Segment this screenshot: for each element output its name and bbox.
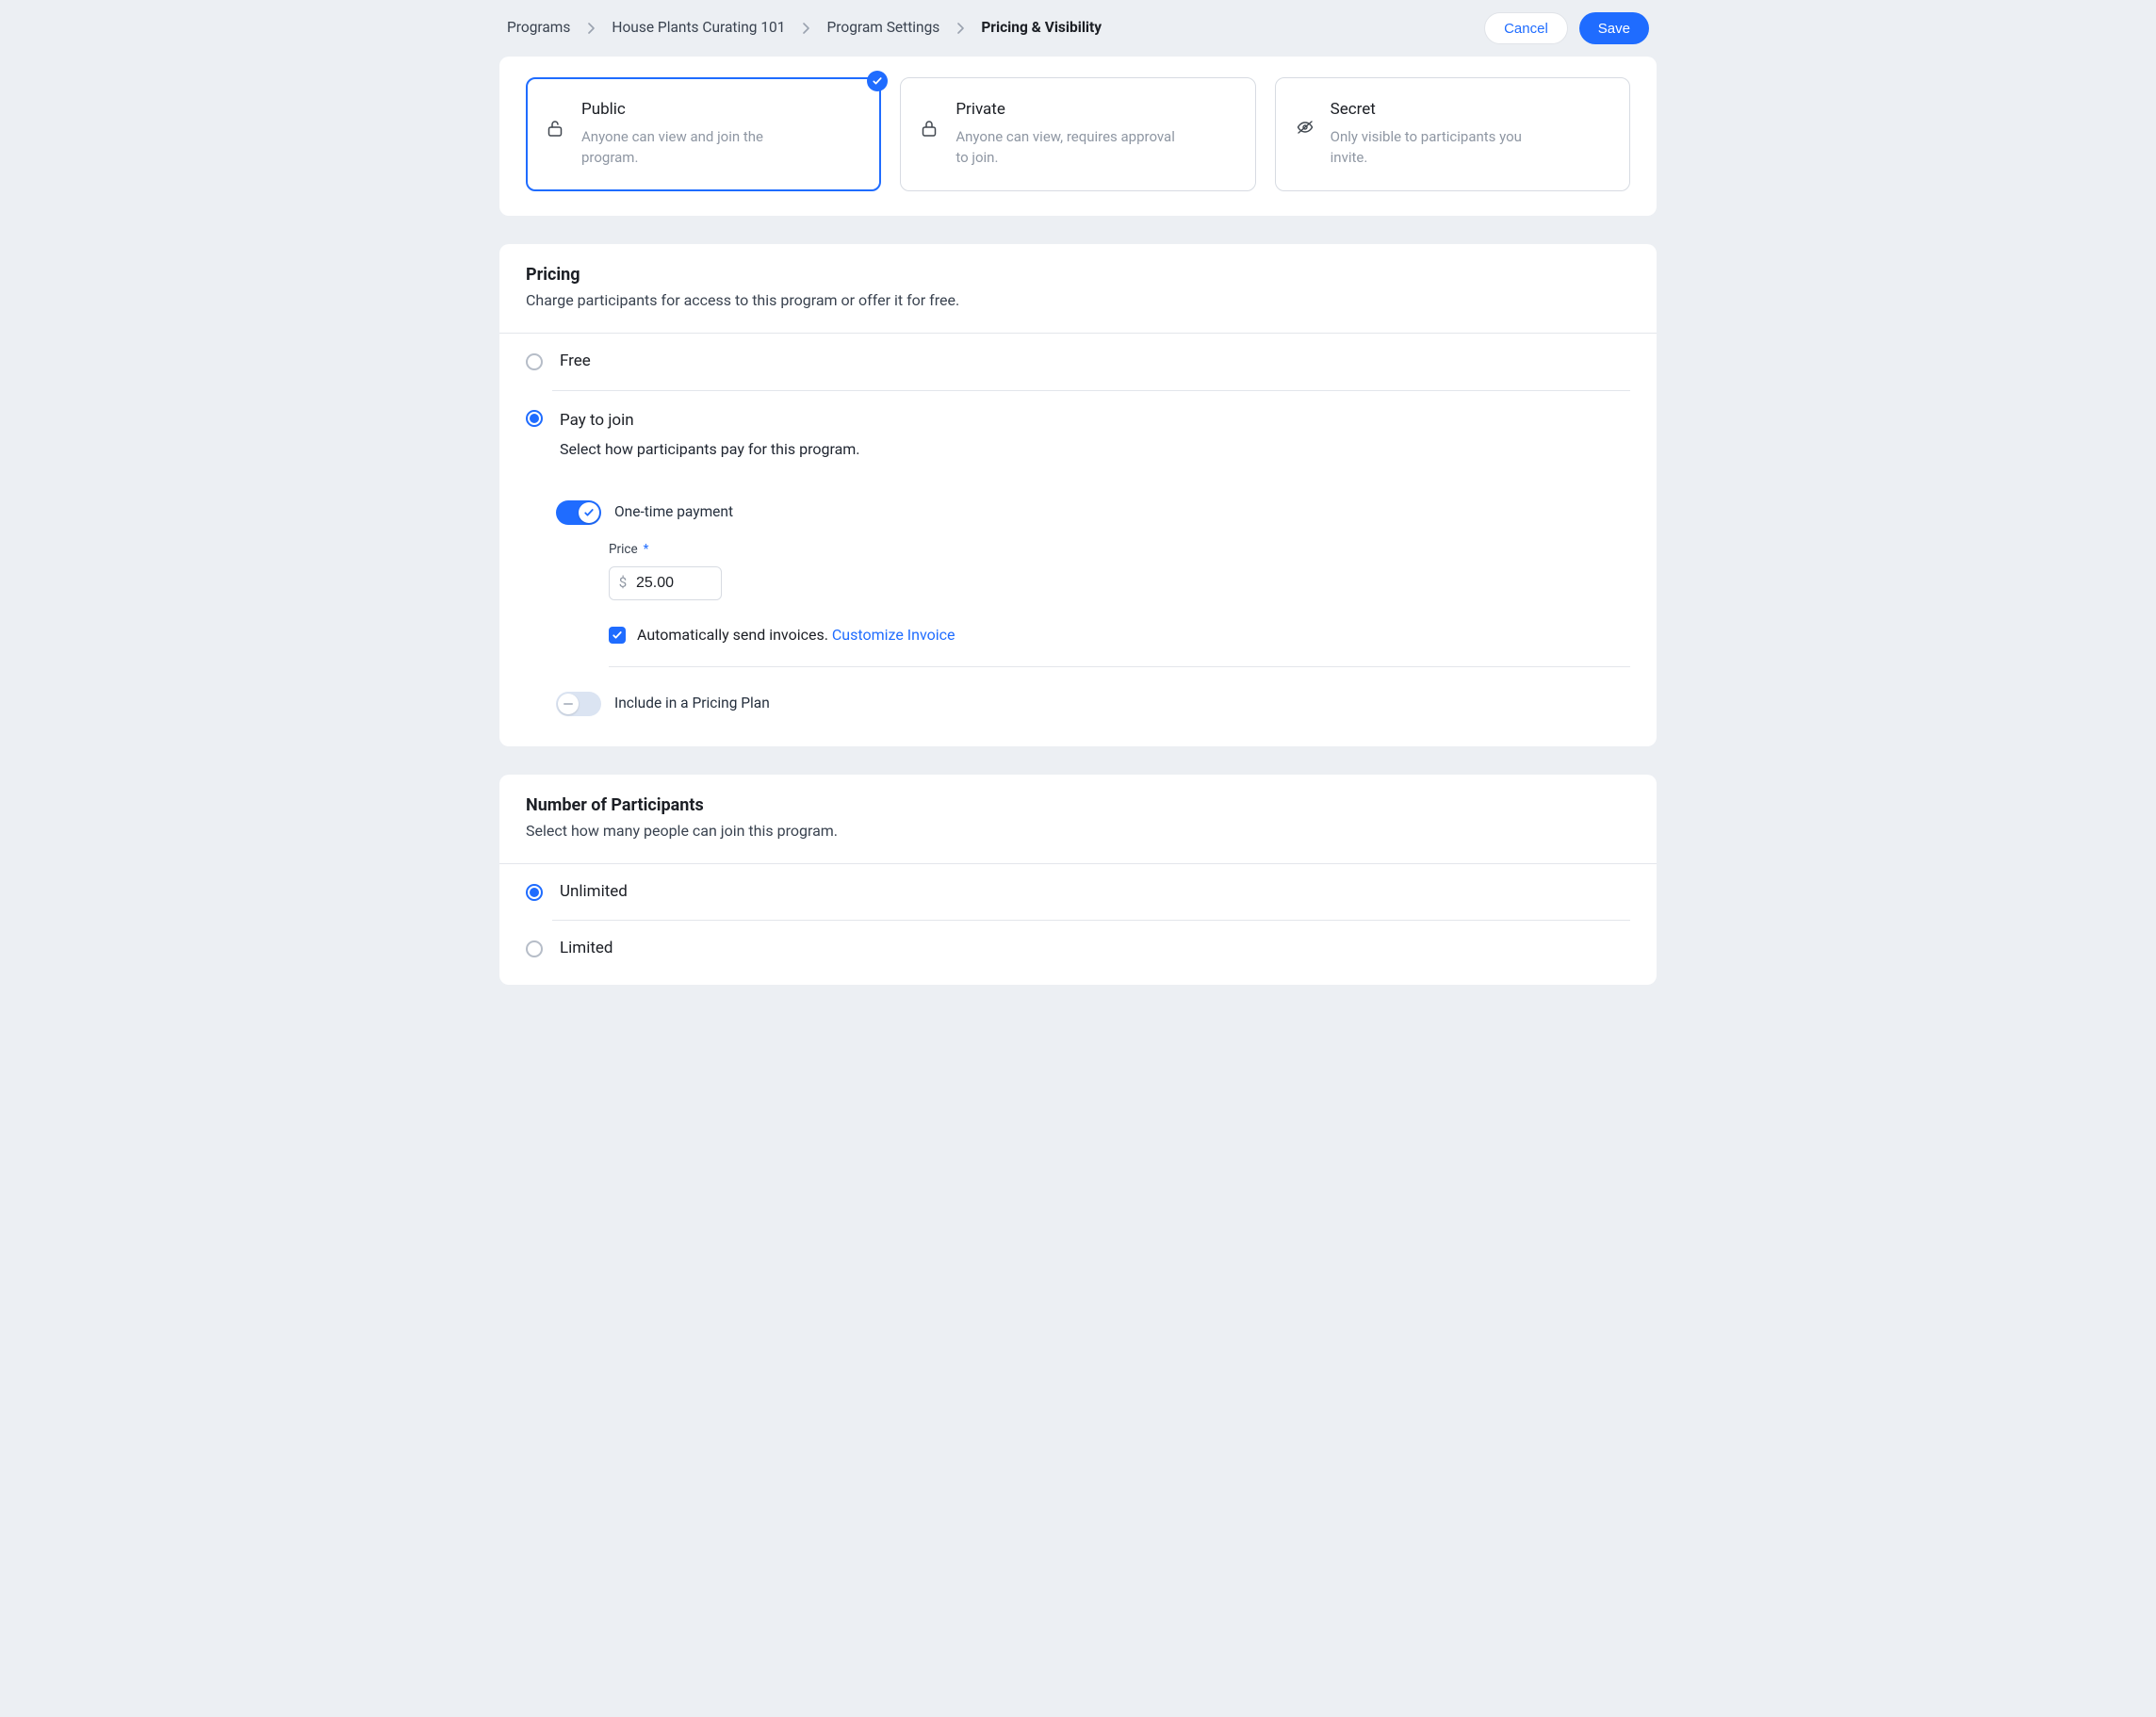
visibility-title: Private [956,99,1183,122]
radio-label: Limited [560,938,613,960]
auto-invoice-label: Automatically send invoices. [637,626,828,644]
pricing-title: Pricing [526,263,1630,286]
pricing-plan-toggle[interactable] [556,692,601,716]
breadcrumb: Programs House Plants Curating 101 Progr… [507,18,1102,39]
lock-icon [922,99,939,168]
breadcrumb-programs[interactable]: Programs [507,18,570,39]
radio-icon[interactable] [526,353,543,370]
pricing-subtitle: Charge participants for access to this p… [526,290,1630,311]
participants-option-limited[interactable]: Limited [499,921,1657,977]
price-label: Price * [609,541,648,559]
price-input[interactable] [636,575,711,592]
pricing-option-pay[interactable]: Pay to join Select how participants pay … [499,391,1657,478]
chevron-right-icon [956,23,964,34]
check-icon [867,71,888,91]
breadcrumb-program-settings[interactable]: Program Settings [826,18,939,39]
radio-icon[interactable] [526,940,543,957]
toggle-thumb [558,694,579,714]
radio-label: Unlimited [560,881,628,904]
visibility-desc: Anyone can view, requires approval to jo… [956,127,1183,169]
breadcrumb-current: Pricing & Visibility [981,18,1102,39]
chevron-right-icon [587,23,595,34]
pricing-card: Pricing Charge participants for access t… [499,244,1657,746]
participants-title: Number of Participants [526,793,1630,817]
customize-invoice-link[interactable]: Customize Invoice [832,626,956,644]
participants-card: Number of Participants Select how many p… [499,775,1657,985]
visibility-option-secret[interactable]: Secret Only visible to participants you … [1275,77,1630,191]
pricing-plan-label: Include in a Pricing Plan [614,694,770,714]
visibility-desc: Anyone can view and join the program. [581,127,808,169]
auto-invoice-checkbox[interactable] [609,627,626,644]
currency-symbol: $ [610,573,636,593]
chevron-right-icon [802,23,809,34]
eye-off-icon [1297,99,1314,168]
save-button[interactable]: Save [1579,12,1649,44]
toggle-thumb [579,502,599,523]
radio-icon[interactable] [526,884,543,901]
page-header: Programs House Plants Curating 101 Progr… [499,0,1657,57]
one-time-payment-toggle[interactable] [556,500,601,525]
participants-subtitle: Select how many people can join this pro… [526,821,1630,842]
required-indicator: * [644,541,649,559]
visibility-card: Public Anyone can view and join the prog… [499,57,1657,216]
pricing-option-free[interactable]: Free [499,334,1657,390]
radio-label: Free [560,351,591,373]
pay-subtitle: Select how participants pay for this pro… [560,439,860,460]
price-input-wrapper[interactable]: $ [609,566,722,600]
lock-open-icon [547,99,564,168]
visibility-title: Secret [1331,99,1558,122]
visibility-title: Public [581,99,808,122]
visibility-option-public[interactable]: Public Anyone can view and join the prog… [526,77,881,191]
price-label-text: Price [609,541,638,559]
breadcrumb-program-name[interactable]: House Plants Curating 101 [612,18,785,39]
participants-option-unlimited[interactable]: Unlimited [499,864,1657,921]
visibility-option-private[interactable]: Private Anyone can view, requires approv… [900,77,1255,191]
cancel-button[interactable]: Cancel [1484,12,1568,44]
radio-label: Pay to join [560,410,860,433]
radio-icon[interactable] [526,410,543,427]
one-time-payment-label: One-time payment [614,502,733,523]
visibility-desc: Only visible to participants you invite. [1331,127,1558,169]
